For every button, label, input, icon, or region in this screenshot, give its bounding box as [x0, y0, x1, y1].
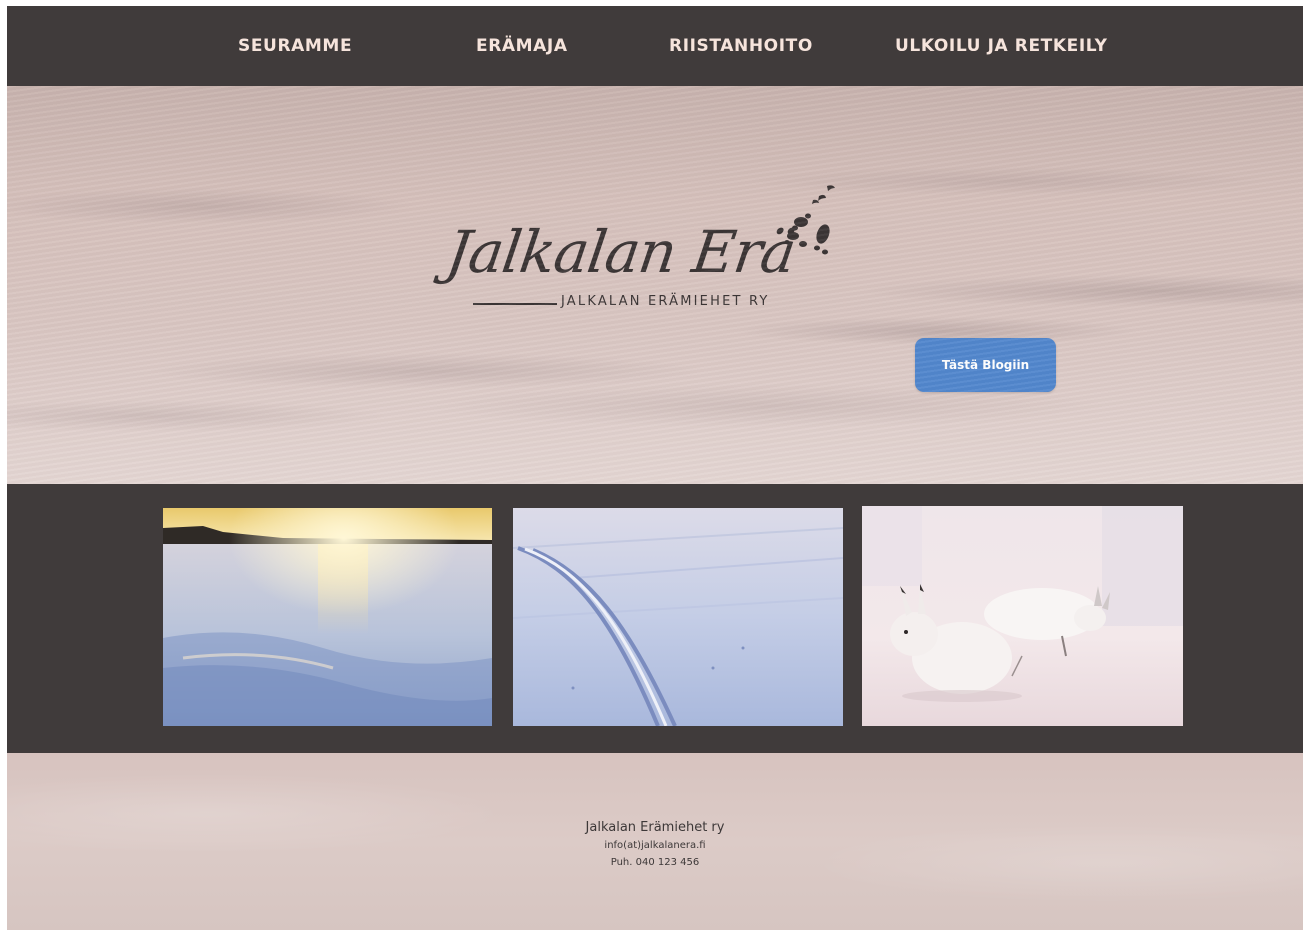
footer-email: info(at)jalkalanera.fi	[604, 840, 706, 851]
footer-phone: Puh. 040 123 456	[610, 857, 700, 868]
top-nav: SEURAMME ERÄMAJA RIISTANHOITO ULKOILU JA…	[7, 6, 1303, 86]
gallery-photo-ski-tracks[interactable]	[513, 508, 843, 726]
footer: Jalkalan Erämiehet ry info(at)jalkalaner…	[7, 753, 1303, 930]
snow-hares-image	[862, 506, 1183, 726]
photo-gallery	[7, 484, 1303, 753]
nav-item-riistanhoito[interactable]: RIISTANHOITO	[669, 34, 813, 58]
footer-organization: Jalkalan Erämiehet ry	[585, 820, 725, 835]
logo-underline	[473, 303, 557, 305]
ski-tracks-image	[513, 508, 843, 726]
nav-item-seuramme[interactable]: SEURAMME	[238, 34, 352, 58]
sunset-snow-image	[163, 508, 492, 726]
nav-item-ulkoilu-ja-retkeily[interactable]: ULKOILU JA RETKEILY	[895, 34, 1107, 58]
site-logo[interactable]: Jalkalan Erä JALKALAN ERÄMIEHET RY	[442, 178, 847, 328]
logo-subtitle: JALKALAN ERÄMIEHET RY	[561, 294, 770, 309]
blog-button[interactable]: Tästä Blogiin	[915, 338, 1056, 392]
hero-banner: Jalkalan Erä JALKALAN ERÄMIEHET RY Tästä…	[7, 86, 1303, 484]
gallery-photo-hares[interactable]	[862, 506, 1183, 726]
nav-item-eramaja[interactable]: ERÄMAJA	[476, 34, 568, 58]
logo-wordmark: Jalkalan Erä	[442, 218, 800, 286]
page: SEURAMME ERÄMAJA RIISTANHOITO ULKOILU JA…	[7, 6, 1303, 930]
gallery-photo-sunset[interactable]	[163, 508, 492, 726]
